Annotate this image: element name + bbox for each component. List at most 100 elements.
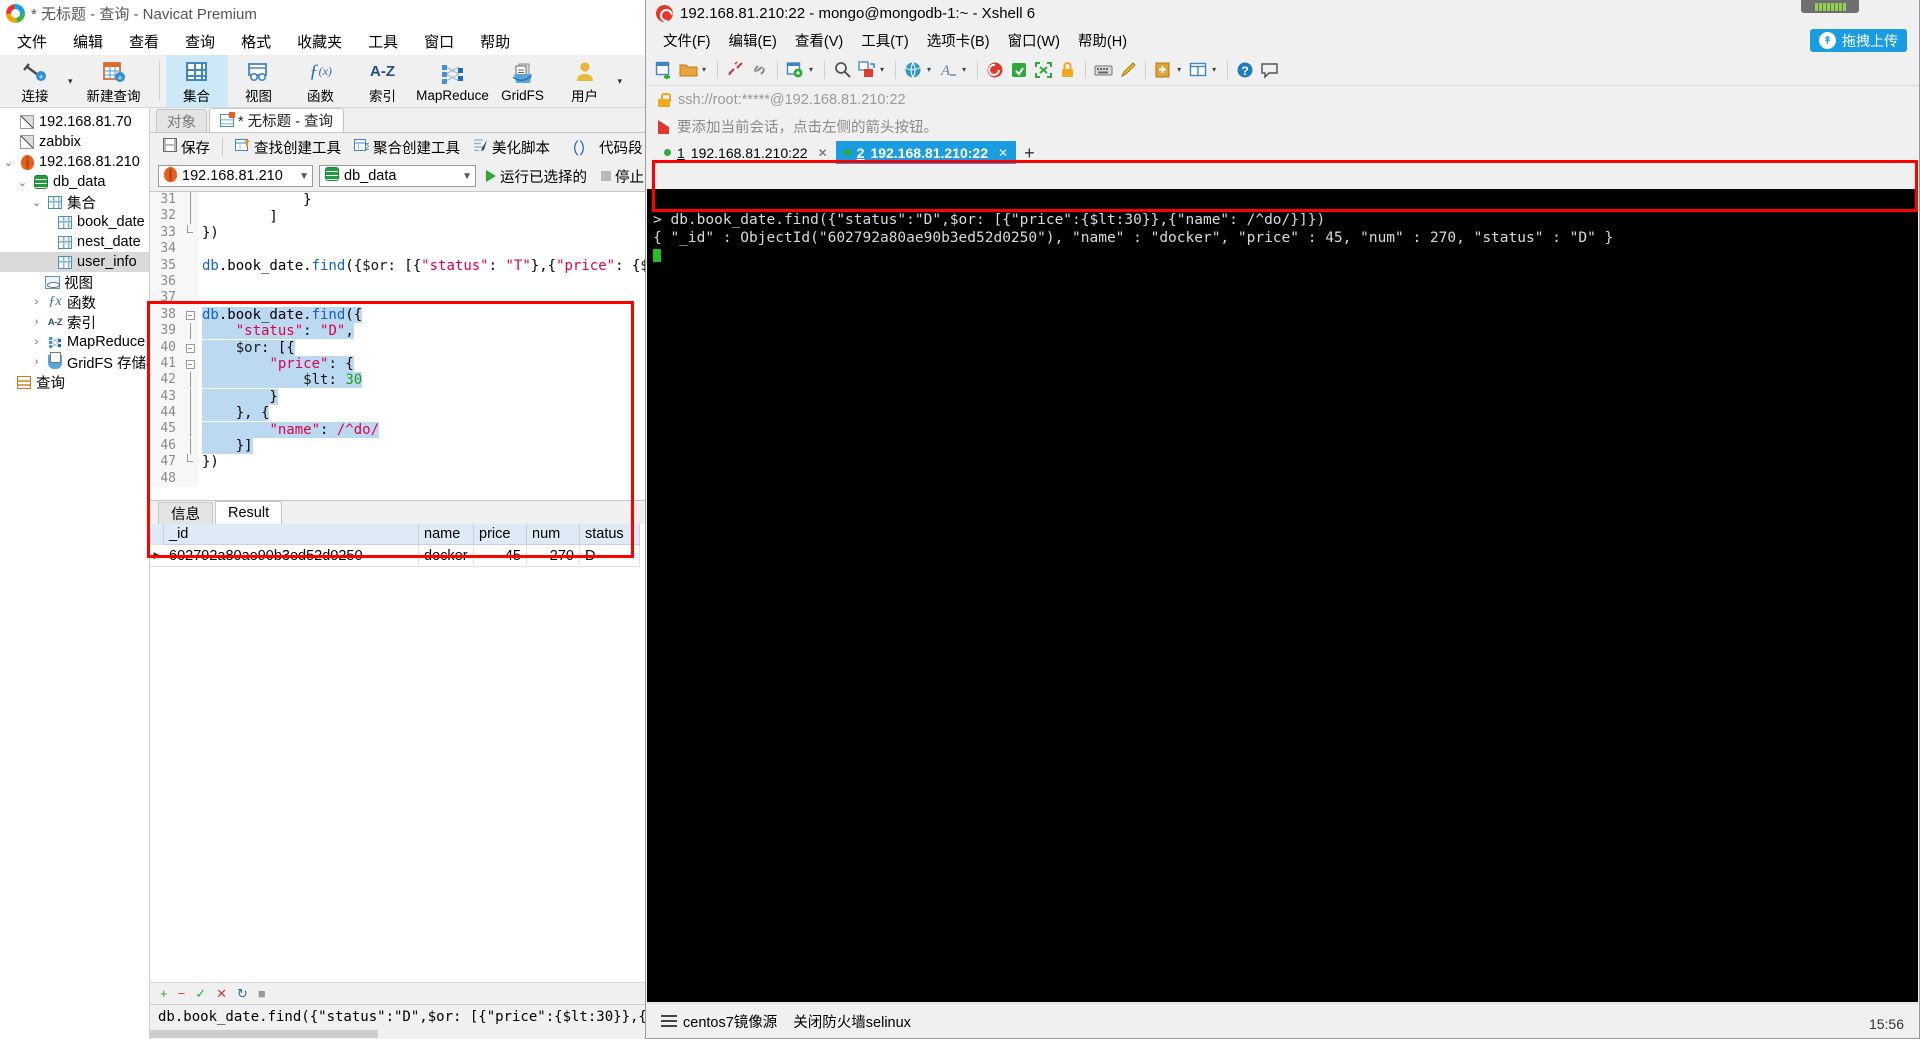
menu-file[interactable]: 文件: [4, 28, 60, 55]
ribbon-connection[interactable]: + 连接: [4, 55, 66, 107]
tree-twisty-collapsed[interactable]: ›: [30, 356, 43, 368]
delete-record-button[interactable]: −: [178, 986, 186, 1001]
refresh-button[interactable]: ↻: [237, 986, 248, 1002]
fold-marker[interactable]: −: [182, 355, 198, 373]
code-snippet-button[interactable]: （） 代码段: [558, 133, 648, 161]
caret-down-icon[interactable]: ▾: [962, 65, 966, 74]
terminal-output[interactable]: > db.book_date.find({"status":"D",$or: […: [647, 189, 1918, 1002]
ribbon-view[interactable]: 视图: [228, 55, 290, 107]
fold-marker[interactable]: −: [182, 339, 198, 356]
user-caret-down-icon[interactable]: ▾: [618, 76, 623, 87]
tree-item-book-date[interactable]: book_date: [0, 212, 149, 232]
caret-down-icon[interactable]: ▾: [809, 65, 813, 74]
tree-twisty-expanded[interactable]: ⌄: [16, 176, 29, 189]
column-header-id[interactable]: _id: [164, 524, 419, 545]
fold-marker[interactable]: [182, 372, 198, 389]
database-select[interactable]: db_data ▼: [319, 165, 476, 187]
find-builder-button[interactable]: 查找创建工具: [230, 135, 346, 160]
menu-query[interactable]: 查询: [172, 28, 228, 55]
ribbon-gridfs[interactable]: GridFS: [492, 55, 554, 107]
tree-item-indexes[interactable]: › A-Z 索引: [0, 312, 149, 332]
tree-item-mapreduce[interactable]: › MapReduce: [0, 332, 149, 352]
fold-marker[interactable]: [182, 273, 198, 291]
feedback-icon[interactable]: [1259, 59, 1280, 80]
chevron-down-icon[interactable]: ▼: [452, 171, 472, 182]
fullscreen-icon[interactable]: [1033, 59, 1054, 80]
session-tab-2[interactable]: 2 192.168.81.210:22 ✕: [835, 141, 1017, 164]
session-tab-1[interactable]: 1 192.168.81.210:22 ✕: [656, 141, 836, 164]
menu-tools[interactable]: 工具: [355, 28, 411, 55]
link-icon[interactable]: [749, 59, 770, 80]
cell-id[interactable]: 602792a80ae90b3ed52d0250: [164, 545, 419, 567]
column-header-num[interactable]: num: [527, 524, 580, 545]
ribbon-new-query[interactable]: + 新建查询: [75, 55, 153, 107]
aggregate-builder-button[interactable]: Σ 聚合创建工具: [349, 135, 465, 160]
fold-marker[interactable]: [182, 388, 198, 406]
xftp-icon[interactable]: [1009, 59, 1030, 80]
stop-button[interactable]: 停止: [597, 164, 648, 189]
xs-menu-edit[interactable]: 编辑(E): [720, 27, 786, 54]
quick-command-centos-mirror[interactable]: centos7镜像源: [661, 1011, 777, 1032]
globe-icon[interactable]: [903, 59, 924, 80]
tree-twisty-collapsed[interactable]: ›: [30, 316, 43, 328]
fold-marker[interactable]: [182, 224, 198, 242]
tree-item-192-168-81-210[interactable]: ⌄ 192.168.81.210: [0, 152, 149, 172]
tree-item-192-168-81-70[interactable]: 192.168.81.70: [0, 112, 149, 132]
drag-upload-button[interactable]: ↟ 拖拽上传: [1810, 29, 1907, 52]
close-icon[interactable]: ✕: [998, 146, 1008, 160]
stop-loading-button[interactable]: ■: [258, 986, 266, 1001]
fold-marker[interactable]: [182, 290, 198, 307]
tree-twisty-expanded[interactable]: ⌄: [2, 156, 15, 169]
cell-num[interactable]: 270: [527, 545, 580, 567]
menu-format[interactable]: 格式: [228, 28, 284, 55]
cell-status[interactable]: D: [580, 545, 640, 567]
fold-marker[interactable]: −: [182, 306, 198, 324]
add-record-button[interactable]: +: [160, 986, 168, 1001]
xs-menu-help[interactable]: 帮助(H): [1069, 27, 1136, 54]
menu-view[interactable]: 查看: [116, 28, 172, 55]
menu-edit[interactable]: 编辑: [60, 28, 116, 55]
tree-twisty-collapsed[interactable]: ›: [30, 336, 43, 348]
fold-marker[interactable]: [182, 257, 198, 274]
xshell-icon[interactable]: [985, 59, 1006, 80]
save-button[interactable]: 保存: [158, 135, 215, 160]
column-header-name[interactable]: name: [419, 524, 474, 545]
xs-menu-window[interactable]: 窗口(W): [999, 27, 1069, 54]
keyboard-icon[interactable]: [1093, 59, 1114, 80]
highlight-icon[interactable]: [1117, 59, 1138, 80]
new-tab-icon[interactable]: +: [1016, 143, 1043, 164]
fold-marker[interactable]: [182, 241, 198, 258]
connection-select[interactable]: 192.168.81.210 ▼: [158, 165, 313, 187]
tree-twisty-expanded[interactable]: ⌄: [30, 196, 43, 209]
tree-item-gridfs[interactable]: › GridFS 存储桶: [0, 352, 149, 372]
cancel-change-button[interactable]: ✕: [216, 986, 227, 1002]
caret-down-icon[interactable]: ▾: [1212, 65, 1216, 74]
xs-menu-tabs[interactable]: 选项卡(B): [918, 27, 999, 54]
tree-item-collections[interactable]: ⌄ 集合: [0, 192, 149, 212]
cell-price[interactable]: 45: [474, 545, 527, 567]
xshell-url-bar[interactable]: ssh://root:*****@192.168.81.210:22: [646, 86, 1919, 113]
fold-marker[interactable]: [182, 470, 198, 488]
apply-change-button[interactable]: ✓: [195, 986, 206, 1002]
fold-marker[interactable]: [182, 405, 198, 422]
tab-result[interactable]: Result: [215, 501, 283, 524]
xs-menu-file[interactable]: 文件(F): [654, 27, 720, 54]
new-session-icon[interactable]: [654, 59, 675, 80]
tree-item-nest-date[interactable]: nest_date: [0, 232, 149, 252]
xs-menu-tools[interactable]: 工具(T): [852, 27, 918, 54]
column-header-price[interactable]: price: [474, 524, 527, 545]
quick-command-firewall[interactable]: 关闭防火墙selinux: [793, 1011, 911, 1032]
fold-marker[interactable]: [182, 421, 198, 438]
transfer-icon[interactable]: [856, 59, 877, 80]
tree-item-functions[interactable]: › ƒx 函数: [0, 292, 149, 312]
tree-twisty-collapsed[interactable]: ›: [30, 296, 43, 308]
ribbon-function[interactable]: ƒ (x) 函数: [290, 55, 352, 107]
close-icon[interactable]: ✕: [818, 146, 828, 160]
caret-down-icon[interactable]: ▾: [702, 65, 706, 74]
ribbon-collection[interactable]: 集合: [165, 55, 228, 107]
help-icon[interactable]: ?: [1235, 59, 1256, 80]
tree-item-views[interactable]: 视图: [0, 272, 149, 292]
ribbon-user[interactable]: 用户: [554, 55, 616, 107]
tree-item-user-info[interactable]: user_info: [0, 252, 149, 272]
tree-item-query[interactable]: 查询: [0, 372, 149, 392]
